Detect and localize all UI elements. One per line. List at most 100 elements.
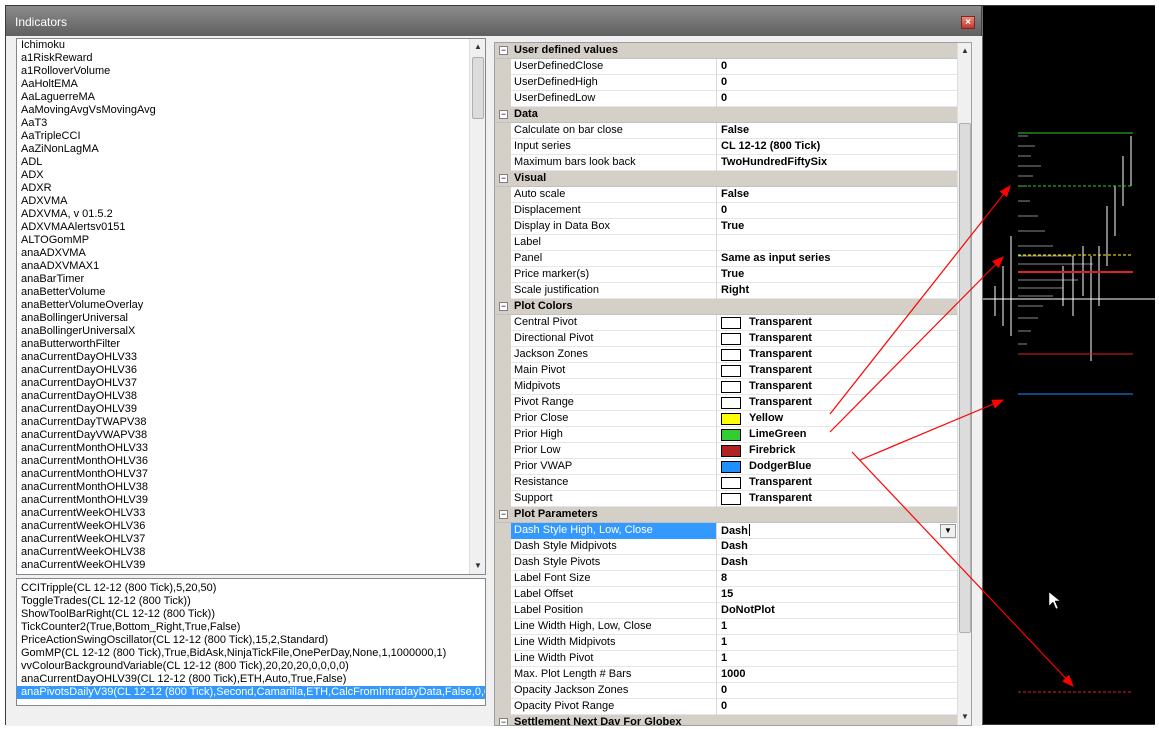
property-value[interactable]: Firebrick [749,444,795,456]
indicator-list-item[interactable]: AaT3 [17,117,485,130]
collapse-icon[interactable]: − [499,510,508,519]
indicator-list-item[interactable]: anaCurrentMonthOHLV33 [17,442,485,455]
property-row[interactable]: Label Font Size 8 [495,571,957,587]
indicator-list-item[interactable]: anaBetterVolumeOverlay [17,299,485,312]
property-value[interactable]: DoNotPlot [721,604,775,616]
indicator-list-item[interactable]: anaCurrentWeekOHLV39 [17,559,485,572]
property-value[interactable]: Right [721,284,749,296]
indicator-list-scrollbar[interactable]: ▲ ▼ [469,39,485,574]
color-swatch[interactable] [721,349,741,361]
collapse-icon[interactable]: − [499,718,508,725]
property-row[interactable]: Label Position DoNotPlot [495,603,957,619]
applied-indicator-item[interactable]: vvColourBackgroundVariable(CL 12-12 (800… [17,660,485,673]
color-swatch[interactable] [721,365,741,377]
indicator-list-item[interactable]: anaCurrentWeekOHLV37 [17,533,485,546]
property-value[interactable]: Yellow [749,412,783,424]
property-value[interactable]: DodgerBlue [749,460,811,472]
color-swatch[interactable] [721,333,741,345]
indicator-list-item[interactable]: anaBollingerUniversalX [17,325,485,338]
property-row[interactable]: UserDefinedHigh 0 [495,75,957,91]
property-row[interactable]: Central Pivot Transparent [495,315,957,331]
scroll-up-arrow-icon[interactable]: ▲ [957,43,971,59]
property-value[interactable]: 1 [721,636,727,648]
property-value[interactable]: False [721,188,749,200]
property-row[interactable]: Support Transparent [495,491,957,507]
color-swatch[interactable] [721,413,741,425]
property-row[interactable]: Prior VWAP DodgerBlue [495,459,957,475]
indicator-list-item[interactable]: anaCurrentDayOHLV38 [17,390,485,403]
dropdown-arrow-icon[interactable]: ▼ [940,524,956,538]
property-row[interactable]: Prior Low Firebrick [495,443,957,459]
scroll-down-arrow-icon[interactable]: ▼ [470,558,485,574]
property-row[interactable]: Displacement 0 [495,203,957,219]
indicator-list-item[interactable]: ALTOGomMP [17,234,485,247]
indicator-list-item[interactable]: ADXR [17,182,485,195]
property-row[interactable]: UserDefinedClose 0 [495,59,957,75]
color-swatch[interactable] [721,317,741,329]
category-row[interactable]: − Settlement Next Day For Globex [495,715,957,725]
property-value[interactable]: Transparent [749,492,812,504]
property-row[interactable]: Main Pivot Transparent [495,363,957,379]
property-value[interactable]: Transparent [749,364,812,376]
category-row[interactable]: − Data [495,107,957,123]
indicator-list-item[interactable]: anaCurrentWeekOHLV36 [17,520,485,533]
property-row[interactable]: Input series CL 12-12 (800 Tick) [495,139,957,155]
color-swatch[interactable] [721,397,741,409]
property-row[interactable]: Opacity Jackson Zones 0 [495,683,957,699]
property-value[interactable]: 0 [721,92,727,104]
indicator-list-item[interactable]: anaCurrentDayOHLV39 [17,403,485,416]
scroll-thumb[interactable] [472,57,484,119]
indicator-list-item[interactable]: anaCurrentMonthOHLV38 [17,481,485,494]
property-row[interactable]: Dash Style Midpivots Dash [495,539,957,555]
title-bar[interactable]: Indicators × [6,6,982,36]
property-row[interactable]: Line Width Pivot 1 [495,651,957,667]
property-row[interactable]: Opacity Pivot Range 0 [495,699,957,715]
indicator-list-item[interactable]: anaBarTimer [17,273,485,286]
indicator-list-item[interactable]: AaMovingAvgVsMovingAvg [17,104,485,117]
collapse-icon[interactable]: − [499,46,508,55]
category-row[interactable]: − Visual [495,171,957,187]
property-value[interactable]: Transparent [749,396,812,408]
property-row[interactable]: Calculate on bar close False [495,123,957,139]
applied-indicator-item[interactable]: PriceActionSwingOscillator(CL 12-12 (800… [17,634,485,647]
property-row[interactable]: Panel Same as input series [495,251,957,267]
property-grid-scrollbar[interactable]: ▲ ▼ [957,43,971,725]
color-swatch[interactable] [721,445,741,457]
applied-indicator-item[interactable]: anaCurrentDayOHLV39(CL 12-12 (800 Tick),… [17,673,485,686]
applied-indicators-list[interactable]: CCITripple(CL 12-12 (800 Tick),5,20,50) T… [16,578,486,706]
available-indicators-list[interactable]: Ichimoku a1RiskReward a1RolloverVolume AaHo… [16,38,486,575]
property-value[interactable]: True [721,268,744,280]
property-value[interactable]: Dash [721,556,748,568]
indicator-list-item[interactable]: anaCurrentMonthOHLV39 [17,494,485,507]
applied-indicator-item[interactable]: TickCounter2(True,Bottom_Right,True,Fals… [17,621,485,634]
property-row[interactable]: Price marker(s) True [495,267,957,283]
property-value[interactable]: Transparent [749,348,812,360]
color-swatch[interactable] [721,461,741,473]
color-swatch[interactable] [721,493,741,505]
indicator-list-item[interactable]: Ichimoku [17,39,485,52]
property-row[interactable]: Label Offset 15 [495,587,957,603]
property-value[interactable]: 1 [721,652,727,664]
property-value[interactable]: 15 [721,588,733,600]
collapse-icon[interactable]: − [499,110,508,119]
indicator-list-item[interactable]: anaCurrentDayOHLV37 [17,377,485,390]
indicator-list-item[interactable]: ADX [17,169,485,182]
property-value[interactable]: Same as input series [721,252,830,264]
property-row[interactable]: Line Width Midpivots 1 [495,635,957,651]
scroll-down-arrow-icon[interactable]: ▼ [957,709,971,725]
applied-indicator-item[interactable]: ShowToolBarRight(CL 12-12 (800 Tick)) [17,608,485,621]
indicator-list-item[interactable]: anaADXVMAX1 [17,260,485,273]
applied-indicator-item[interactable]: anaPivotsDailyV39(CL 12-12 (800 Tick),Se… [17,686,485,699]
close-button[interactable]: × [961,16,975,29]
property-value[interactable]: TwoHundredFiftySix [721,156,827,168]
applied-indicator-item[interactable]: GomMP(CL 12-12 (800 Tick),True,BidAsk,Ni… [17,647,485,660]
applied-indicator-item[interactable]: CCITripple(CL 12-12 (800 Tick),5,20,50) [17,582,485,595]
indicator-list-item[interactable]: AaHoltEMA [17,78,485,91]
property-row[interactable]: Resistance Transparent [495,475,957,491]
indicator-list-item[interactable]: AaZiNonLagMA [17,143,485,156]
indicator-list-item[interactable]: anaCurrentDayTWAPV38 [17,416,485,429]
property-value[interactable]: 1000 [721,668,745,680]
collapse-icon[interactable]: − [499,174,508,183]
category-row[interactable]: − Plot Parameters [495,507,957,523]
scroll-up-arrow-icon[interactable]: ▲ [470,39,485,55]
